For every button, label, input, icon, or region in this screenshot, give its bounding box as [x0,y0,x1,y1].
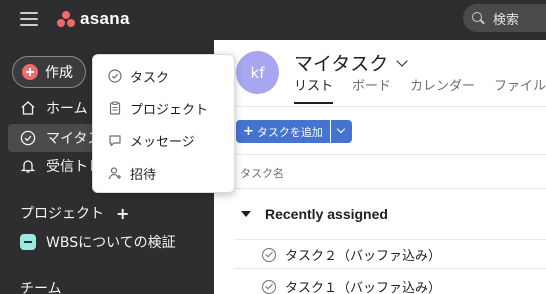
home-icon [21,101,35,115]
add-task-dropdown-button[interactable] [331,120,352,143]
menu-item-label: メッセージ [130,134,195,150]
create-label: 作成 [45,65,73,81]
menu-item-task[interactable]: タスク [93,62,234,90]
plus-circle-icon [22,64,38,80]
avatar[interactable]: kf [236,51,279,94]
projects-header-label: プロジェクト [20,206,104,222]
teams-header: チーム [20,278,62,294]
check-circle-icon [20,130,36,146]
create-menu: タスク プロジェクト メッセージ 招待 [92,54,235,193]
asana-logo-icon [56,10,76,28]
clipboard-icon [109,101,121,115]
section-title: Recently assigned [265,206,388,222]
add-task-button[interactable]: + タスクを追加 [236,120,330,143]
menu-item-project[interactable]: プロジェクト [93,94,234,122]
menu-item-label: タスク [130,70,170,86]
sidebar-project-item[interactable]: WBSについての検証 [8,228,208,256]
menu-item-invite[interactable]: 招待 [93,159,234,187]
add-user-icon [108,167,121,180]
projects-header: プロジェクト + [20,203,129,223]
menu-item-message[interactable]: メッセージ [93,126,234,154]
chevron-down-icon[interactable] [396,54,408,67]
top-bar: asana 検索 [0,0,546,40]
collapse-triangle-icon[interactable] [241,211,251,217]
bell-icon [20,160,36,173]
create-button[interactable]: 作成 [12,56,86,88]
tab-board[interactable]: ボード [352,78,391,104]
project-color-icon [20,234,36,250]
task-check-icon[interactable] [262,279,276,294]
divider [234,268,546,269]
divider [234,239,546,240]
add-project-icon[interactable]: + [116,204,129,223]
page-title[interactable]: マイタスク [294,49,408,76]
tab-list[interactable]: リスト [294,78,334,104]
task-row[interactable]: タスク１（バッファ込み） [262,277,441,294]
task-name: タスク２（バッファ込み） [285,249,442,264]
task-name: タスク１（バッファ込み） [285,281,442,294]
hamburger-menu-icon[interactable] [20,12,38,26]
asana-logo[interactable]: asana [56,8,130,30]
sidebar-item-label: ホーム [46,101,88,117]
page-title-text: マイタスク [294,53,389,75]
column-header-task-name[interactable]: タスク名 [240,165,284,181]
teams-header-label: チーム [20,281,62,294]
main-content: kf マイタスク リスト ボード カレンダー ファイル + タスクを追加 タスク… [214,40,546,294]
search-icon [471,11,485,25]
task-check-icon[interactable] [262,247,276,262]
divider [214,154,546,155]
section-recently-assigned[interactable]: Recently assigned [241,206,388,222]
divider [234,188,546,189]
plus-icon: + [243,124,254,139]
project-label: WBSについての検証 [46,235,176,251]
chat-bubble-icon [109,135,121,147]
task-row[interactable]: タスク２（バッファ込み） [262,245,441,264]
tab-files[interactable]: ファイル [494,78,546,104]
divider [214,106,546,107]
check-circle-icon [108,69,122,83]
menu-item-label: 招待 [130,167,157,183]
logo-text: asana [80,9,130,28]
search-placeholder: 検索 [493,12,520,28]
view-tabs: リスト ボード カレンダー ファイル [294,78,546,104]
add-task-label: タスクを追加 [256,125,323,139]
search-input[interactable]: 検索 [463,4,546,32]
menu-item-label: プロジェクト [130,102,209,118]
tab-calendar[interactable]: カレンダー [410,78,475,104]
